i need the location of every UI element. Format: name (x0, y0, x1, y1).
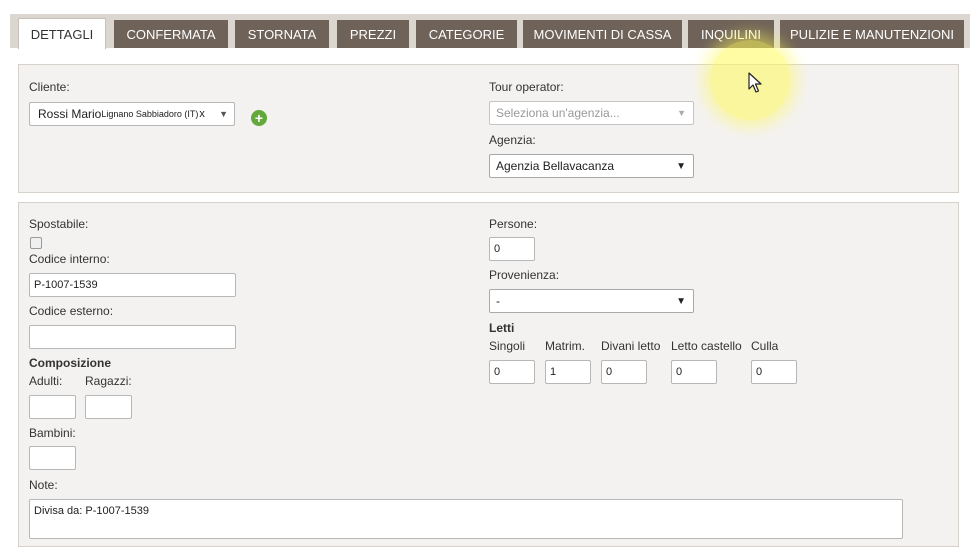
origin-value: - (496, 294, 500, 308)
sofa-value: 0 (606, 366, 613, 378)
external-code-input[interactable] (29, 325, 236, 349)
tour-operator-placeholder: Seleziona un'agenzia... (496, 106, 620, 120)
double-value: 1 (550, 366, 557, 378)
people-input[interactable]: 0 (489, 237, 535, 261)
adults-label: Adulti: (29, 374, 63, 388)
agency-label: Agenzia: (489, 133, 536, 147)
chevron-down-icon: ▼ (219, 109, 228, 119)
mouse-pointer-icon (748, 72, 762, 93)
tab-dettagli[interactable]: DETTAGLI (18, 18, 106, 49)
notes-textarea[interactable]: Divisa da: P-1007-1539 (29, 499, 903, 539)
double-label: Matrim. (545, 339, 585, 353)
singles-input[interactable]: 0 (489, 360, 535, 384)
client-agency-panel: Cliente: Rossi Mario Lignano Sabbiadoro … (18, 64, 959, 193)
kids-input[interactable] (85, 395, 132, 419)
tab-prezzi[interactable]: PREZZI (337, 20, 409, 48)
chevron-down-icon: ▼ (676, 160, 686, 172)
internal-code-input[interactable]: P-1007-1539 (29, 273, 236, 297)
external-code-label: Codice esterno: (29, 304, 114, 318)
singles-label: Singoli (489, 339, 526, 353)
composition-heading: Composizione (29, 356, 112, 370)
client-label: Cliente: (29, 80, 70, 94)
agency-select[interactable]: Agenzia Bellavacanza ▼ (489, 154, 694, 178)
tab-pulizie-e-manutenzioni[interactable]: PULIZIE E MANUTENZIONI (780, 20, 964, 48)
tour-operator-label: Tour operator: (489, 80, 564, 94)
children-label: Bambini: (29, 426, 76, 440)
double-input[interactable]: 1 (545, 360, 591, 384)
tab-confermata[interactable]: CONFERMATA (114, 20, 228, 48)
clear-client-icon[interactable]: x (199, 108, 205, 120)
bunk-input[interactable]: 0 (671, 360, 717, 384)
origin-select[interactable]: - ▼ (489, 289, 694, 313)
singles-value: 0 (494, 366, 501, 378)
bunk-label: Letto castello (671, 339, 742, 353)
client-location: Lignano Sabbiadoro (IT) (101, 109, 199, 119)
client-select[interactable]: Rossi Mario Lignano Sabbiadoro (IT) x ▼ (29, 102, 235, 126)
adults-input[interactable] (29, 395, 76, 419)
client-name: Rossi Mario (38, 107, 102, 121)
tab-stornata[interactable]: STORNATA (235, 20, 329, 48)
sofa-label: Divani letto (601, 339, 661, 353)
crib-label: Culla (751, 339, 779, 353)
plus-circle-icon[interactable]: + (251, 110, 267, 126)
people-label: Persone: (489, 217, 538, 231)
details-panel: Spostabile: Codice interno: P-1007-1539 … (18, 202, 959, 547)
crib-value: 0 (756, 366, 763, 378)
notes-label: Note: (29, 478, 58, 492)
people-value: 0 (494, 243, 501, 255)
internal-code-label: Codice interno: (29, 252, 110, 266)
origin-label: Provenienza: (489, 268, 560, 282)
tab-movimenti-di-cassa[interactable]: MOVIMENTI DI CASSA (523, 20, 682, 48)
tab-categorie[interactable]: CATEGORIE (416, 20, 517, 48)
tab-bar: DETTAGLI CONFERMATA STORNATA PREZZI CATE… (10, 14, 970, 49)
movable-checkbox[interactable] (30, 237, 42, 249)
bunk-value: 0 (676, 366, 683, 378)
chevron-down-icon: ▼ (677, 108, 686, 118)
notes-value: Divisa da: P-1007-1539 (34, 505, 149, 517)
internal-code-value: P-1007-1539 (34, 279, 98, 291)
chevron-down-icon: ▼ (676, 295, 686, 307)
sofa-input[interactable]: 0 (601, 360, 647, 384)
tour-operator-select[interactable]: Seleziona un'agenzia... ▼ (489, 101, 694, 125)
crib-input[interactable]: 0 (751, 360, 797, 384)
agency-value: Agenzia Bellavacanza (496, 159, 615, 173)
kids-label: Ragazzi: (85, 374, 132, 388)
tab-inquilini[interactable]: INQUILINI (688, 20, 774, 48)
beds-heading: Letti (489, 321, 515, 335)
children-input[interactable] (29, 446, 76, 470)
movable-label: Spostabile: (29, 217, 89, 231)
